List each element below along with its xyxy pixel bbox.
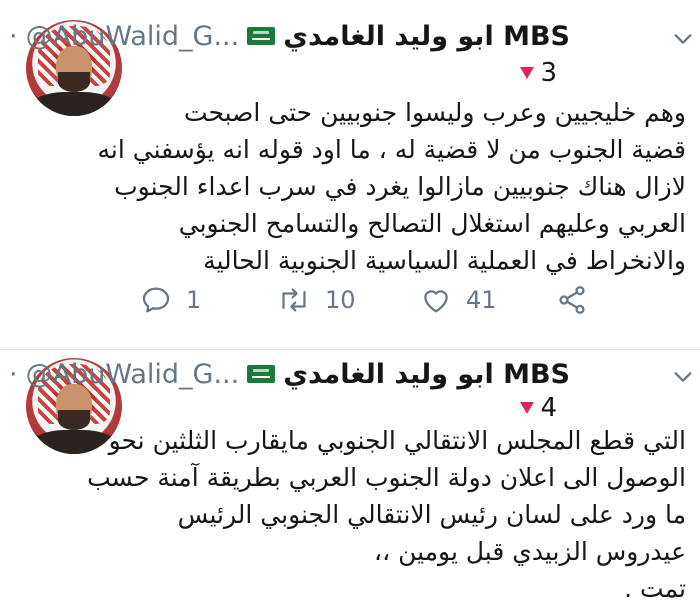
like-count: 41 xyxy=(466,286,497,314)
reply-button[interactable]: 1 xyxy=(140,284,201,316)
tweet-text: وهم خليجيين وعرب وليسوا جنوبيين حتى اصبح… xyxy=(97,94,687,279)
tweet-text-line: التي قطع المجلس الانتقالي الجنوبي مايقار… xyxy=(108,426,686,455)
tweet-header: MBS ابو وليد الغامدي @AbuWalid_G... · 4h xyxy=(0,19,570,53)
thread-counter: 4 xyxy=(520,393,557,423)
tweet-text: التي قطع المجلس الانتقالي الجنوبي مايقار… xyxy=(87,422,686,607)
timestamp[interactable]: 4h xyxy=(0,21,1,52)
reply-count: 1 xyxy=(186,286,202,314)
thread-counter: 3 xyxy=(520,58,557,88)
chevron-down-icon[interactable] xyxy=(672,366,694,388)
flag-icon xyxy=(247,365,276,383)
reply-icon xyxy=(142,287,170,313)
separator-dot: · xyxy=(9,20,18,52)
tweet-text-line: ما ورد على لسان رئيس الانتقالي الجنوبي ا… xyxy=(177,500,686,529)
tweet-text-line: تمت . xyxy=(624,574,686,603)
chevron-down-icon[interactable] xyxy=(672,28,694,50)
display-name[interactable]: MBS ابو وليد الغامدي xyxy=(283,359,570,390)
user-handle[interactable]: @AbuWalid_G... xyxy=(26,21,240,52)
like-icon xyxy=(424,290,448,313)
share-button[interactable] xyxy=(556,284,588,316)
tweet-text-line: والانخراط في العملية السياسية الجنوبية ا… xyxy=(203,246,686,275)
share-icon xyxy=(559,286,585,314)
user-handle[interactable]: @AbuWalid_G... xyxy=(26,359,240,390)
tweet-header: MBS ابو وليد الغامدي @AbuWalid_G... · 4h xyxy=(0,357,570,391)
tweet-text-line: العربي وعليهم استغلال التصالح والتسامح ا… xyxy=(178,209,686,238)
like-button[interactable]: 41 xyxy=(420,284,497,316)
down-triangle-icon xyxy=(520,402,535,414)
tweet-text-line: قضية الجنوب من لا قضية له ، ما اود قوله … xyxy=(97,135,687,164)
down-triangle-icon xyxy=(520,67,535,79)
retweet-button[interactable]: 10 xyxy=(277,284,356,316)
tweet-text-line: وهم خليجيين وعرب وليسوا جنوبيين حتى اصبح… xyxy=(183,98,686,127)
thread-number: 4 xyxy=(540,393,557,423)
tweet-text-line: عيدروس الزبيدي قبل يومين ،، xyxy=(374,537,686,566)
tweet-text-line: لازال هناك جنوبيين مازالوا يغرد في سرب ا… xyxy=(114,172,686,201)
tweet-text-line: الوصول الى اعلان دولة الجنوب العربي بطري… xyxy=(87,463,686,492)
retweet-count: 10 xyxy=(325,286,356,314)
flag-icon xyxy=(247,27,276,45)
retweet-icon xyxy=(282,288,306,312)
timestamp[interactable]: 4h xyxy=(0,359,1,390)
separator-dot: · xyxy=(9,358,18,390)
thread-number: 3 xyxy=(540,58,557,88)
tweet-actions: 1 10 41 xyxy=(130,281,600,321)
display-name[interactable]: MBS ابو وليد الغامدي xyxy=(283,21,570,52)
